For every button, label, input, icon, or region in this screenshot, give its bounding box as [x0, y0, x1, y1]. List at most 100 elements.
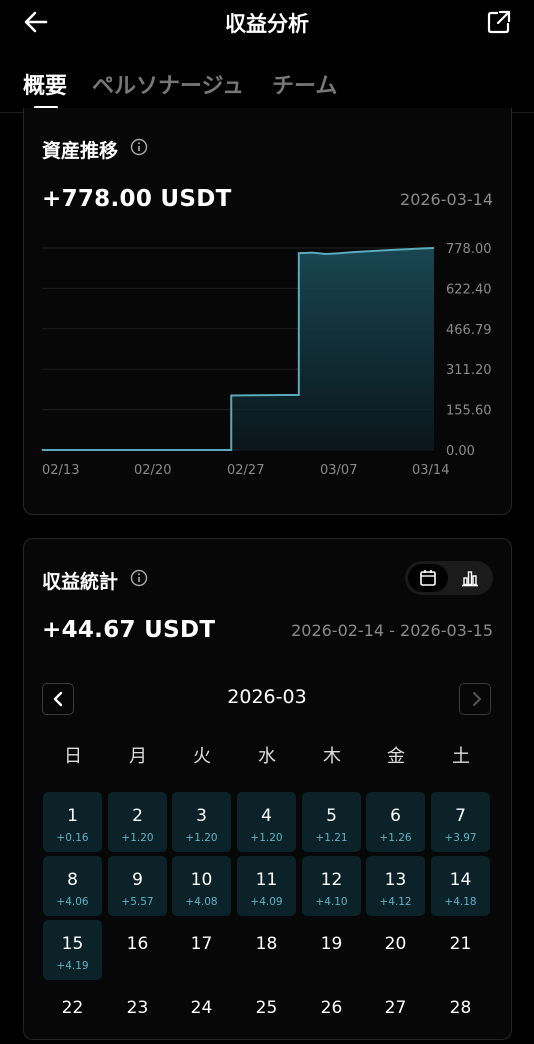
weekday-label: 土 [452, 746, 470, 767]
calendar-day[interactable]: 14 +4.18 [431, 856, 490, 916]
day-earning: +4.08 [185, 896, 218, 908]
calendar-day[interactable]: 28 [431, 984, 490, 1044]
y-tick-label: 778.00 [446, 242, 492, 257]
view-toggle [405, 561, 493, 595]
day-number: 15 [61, 934, 84, 954]
day-earning: +4.09 [250, 896, 283, 908]
day-number: 13 [384, 870, 407, 890]
calendar-day[interactable]: 4 +1.20 [237, 792, 296, 852]
external-link-icon[interactable] [486, 9, 512, 35]
day-number: 24 [190, 998, 213, 1018]
day-number: 19 [320, 934, 343, 954]
series-area [42, 248, 434, 450]
tab-bar: 概要 ペルソナージュ チーム [0, 62, 534, 113]
calendar-day[interactable]: 15 +4.19 [43, 920, 102, 980]
tab-persona[interactable]: ペルソナージュ [92, 68, 244, 100]
asset-trend-title: 資産推移 [42, 140, 119, 162]
day-number: 10 [190, 870, 213, 890]
top-bar: 収益分析 [0, 0, 534, 46]
day-number: 25 [255, 998, 278, 1018]
info-icon[interactable] [130, 138, 148, 156]
calendar-day[interactable]: 19 [302, 920, 361, 980]
day-number: 28 [449, 998, 472, 1018]
weekday-label: 日 [64, 746, 82, 767]
day-number: 5 [326, 806, 337, 826]
day-number: 8 [67, 870, 78, 890]
weekday-label: 金 [387, 746, 405, 767]
day-number: 3 [196, 806, 207, 826]
calendar-day[interactable]: 26 [302, 984, 361, 1044]
chart-view-button[interactable] [450, 564, 490, 592]
earnings-title: 収益統計 [42, 571, 119, 593]
calendar-day[interactable]: 13 +4.12 [366, 856, 425, 916]
tab-team[interactable]: チーム [272, 68, 337, 100]
day-number: 21 [449, 934, 472, 954]
calendar-day[interactable]: 1 +0.16 [43, 792, 102, 852]
asset-chart: 778.00 622.40 466.79 311.20 155.60 0.00 02/13… [42, 242, 492, 478]
calendar-day[interactable]: 22 [43, 984, 102, 1044]
calendar-day[interactable]: 2 +1.20 [108, 792, 167, 852]
x-tick-label: 02/20 [134, 463, 171, 478]
day-earning: +3.97 [444, 832, 477, 844]
y-tick-label: 0.00 [446, 444, 475, 459]
calendar-day[interactable]: 5 +1.21 [302, 792, 361, 852]
calendar-icon [420, 570, 436, 586]
day-earning: +4.19 [56, 960, 89, 972]
calendar-day[interactable]: 9 +5.57 [108, 856, 167, 916]
calendar-day[interactable]: 24 [172, 984, 231, 1044]
calendar-day[interactable]: 11 +4.09 [237, 856, 296, 916]
day-earning: +1.26 [379, 832, 412, 844]
calendar-day[interactable]: 10 +4.08 [172, 856, 231, 916]
calendar-day[interactable]: 17 [172, 920, 231, 980]
day-earning: +1.20 [121, 832, 154, 844]
day-earning: +4.10 [315, 896, 348, 908]
day-number: 2 [132, 806, 143, 826]
earnings-amount: +44.67 USDT [42, 617, 216, 643]
y-tick-label: 622.40 [446, 282, 492, 297]
weekday-label: 月 [129, 746, 147, 767]
calendar-day[interactable]: 18 [237, 920, 296, 980]
day-number: 20 [384, 934, 407, 954]
day-number: 18 [255, 934, 278, 954]
day-earning: +5.57 [121, 896, 154, 908]
calendar-day[interactable]: 27 [366, 984, 425, 1044]
calendar-day[interactable]: 25 [237, 984, 296, 1044]
day-number: 27 [384, 998, 407, 1018]
calendar-day[interactable]: 20 [366, 920, 425, 980]
day-number: 23 [126, 998, 149, 1018]
day-earning: +4.18 [444, 896, 477, 908]
day-number: 16 [126, 934, 149, 954]
x-tick-label: 03/14 [412, 463, 449, 478]
calendar-day[interactable]: 12 +4.10 [302, 856, 361, 916]
earnings-range: 2026-02-14 - 2026-03-15 [291, 621, 493, 640]
calendar-day[interactable]: 3 +1.20 [172, 792, 231, 852]
calendar-day[interactable]: 6 +1.26 [366, 792, 425, 852]
x-tick-label: 02/13 [42, 463, 79, 478]
weekday-label: 火 [193, 746, 211, 767]
info-icon[interactable] [130, 569, 148, 587]
day-earning: +1.21 [315, 832, 348, 844]
y-tick-label: 155.60 [446, 404, 492, 419]
calendar-day[interactable]: 23 [108, 984, 167, 1044]
day-earning: +0.16 [56, 832, 89, 844]
asset-amount: +778.00 USDT [42, 186, 232, 212]
day-number: 14 [449, 870, 472, 890]
calendar-month: 2026-03 [227, 686, 307, 708]
calendar-day[interactable]: 21 [431, 920, 490, 980]
calendar-view-button[interactable] [408, 564, 448, 592]
day-number: 6 [390, 806, 401, 826]
day-earning: +4.12 [379, 896, 412, 908]
calendar-day[interactable]: 16 [108, 920, 167, 980]
asset-date: 2026-03-14 [400, 190, 493, 209]
asset-trend-card: 資産推移 +778.00 USDT 2026-03-14 778.00 622.4… [23, 108, 512, 515]
tab-overview[interactable]: 概要 [23, 68, 67, 100]
day-number: 17 [190, 934, 213, 954]
day-number: 9 [132, 870, 143, 890]
day-number: 11 [255, 870, 278, 890]
x-tick-label: 03/07 [320, 463, 357, 478]
day-number: 26 [320, 998, 343, 1018]
day-earning: +1.20 [185, 832, 218, 844]
calendar-day[interactable]: 7 +3.97 [431, 792, 490, 852]
calendar-day[interactable]: 8 +4.06 [43, 856, 102, 916]
day-number: 4 [261, 806, 272, 826]
